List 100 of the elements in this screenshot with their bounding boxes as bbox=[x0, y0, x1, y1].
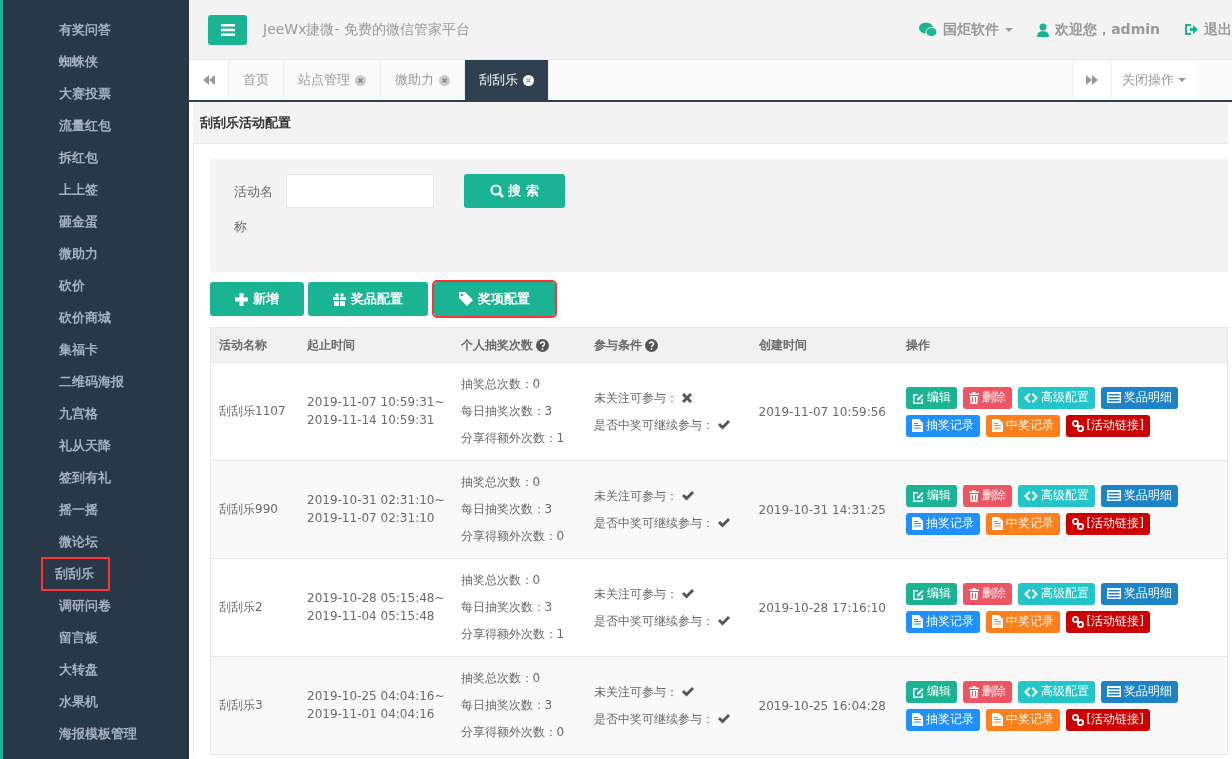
menu-icon bbox=[220, 23, 235, 36]
table-cell-text: 每日抽奖次数：3 bbox=[460, 697, 554, 714]
sidebar-item[interactable]: 刮刮乐 bbox=[41, 557, 110, 591]
sidebar-item[interactable]: 微论坛 bbox=[55, 529, 102, 555]
sidebar-item[interactable]: 水果机 bbox=[55, 689, 102, 715]
action-button[interactable]: 中奖记录 bbox=[985, 610, 1060, 633]
sidebar-item[interactable]: 二维码海报 bbox=[55, 369, 128, 395]
action-button[interactable]: 高级配置 bbox=[1017, 582, 1095, 605]
sidebar-item[interactable]: 九宫格 bbox=[55, 401, 102, 427]
user-link[interactable]: 欢迎您，admin bbox=[1037, 20, 1160, 39]
action-button[interactable]: 奖品明细 bbox=[1100, 582, 1178, 605]
sidebar-item[interactable]: 上上签 bbox=[55, 177, 102, 203]
tab[interactable]: 首页 bbox=[229, 60, 284, 100]
document-icon bbox=[991, 713, 1003, 726]
scroll-left-button[interactable] bbox=[189, 60, 229, 100]
edit-icon bbox=[911, 391, 924, 404]
table-cell-text: 每日抽奖次数：3 bbox=[460, 403, 554, 420]
chain-link-icon bbox=[1071, 615, 1084, 628]
trash-icon bbox=[968, 587, 979, 600]
action-button[interactable]: 高级配置 bbox=[1017, 386, 1095, 409]
action-button[interactable]: 编辑 bbox=[905, 680, 957, 703]
org-dropdown[interactable]: 国炬软件 bbox=[919, 20, 1014, 39]
edit-icon bbox=[911, 489, 924, 502]
tab[interactable]: 刮刮乐 bbox=[465, 60, 549, 100]
list-card-icon bbox=[1106, 686, 1121, 697]
sidebar-item[interactable]: 微助力 bbox=[55, 241, 102, 267]
menu-button[interactable] bbox=[208, 14, 247, 45]
action-button[interactable]: 高级配置 bbox=[1017, 484, 1095, 507]
chat-bubbles-icon bbox=[919, 22, 938, 37]
action-button[interactable]: 奖品明细 bbox=[1100, 484, 1178, 507]
action-button[interactable]: 奖品明细 bbox=[1100, 680, 1178, 703]
chain-link-icon bbox=[1071, 517, 1084, 530]
search-button[interactable]: 搜 索 bbox=[464, 174, 566, 208]
table-cell: 刮刮乐1107 bbox=[219, 404, 286, 418]
trash-icon bbox=[968, 391, 979, 404]
sidebar-item[interactable]: 大转盘 bbox=[55, 657, 102, 683]
action-button[interactable]: [活动链接] bbox=[1065, 610, 1150, 633]
sidebar-item[interactable]: 摇一摇 bbox=[55, 497, 102, 523]
action-button[interactable]: [活动链接] bbox=[1065, 414, 1150, 437]
sidebar-item[interactable]: 调研问卷 bbox=[55, 593, 115, 619]
sidebar-item[interactable]: 集福卡 bbox=[55, 337, 102, 363]
action-button[interactable]: 中奖记录 bbox=[985, 512, 1060, 535]
action-button[interactable]: 删除 bbox=[962, 386, 1012, 409]
toolbar-button[interactable]: 新增 bbox=[210, 282, 304, 316]
panel-title: 刮刮乐活动配置 bbox=[193, 102, 1228, 144]
action-button[interactable]: 中奖记录 bbox=[985, 708, 1060, 731]
action-button[interactable]: 抽奖记录 bbox=[905, 414, 980, 437]
edit-icon bbox=[911, 685, 924, 698]
action-button[interactable]: 编辑 bbox=[905, 484, 957, 507]
sidebar-item[interactable]: 砍价商城 bbox=[55, 305, 115, 331]
column-header: 参与条件 bbox=[593, 336, 642, 354]
action-button[interactable]: [活动链接] bbox=[1065, 708, 1150, 731]
sidebar-item[interactable]: 留言板 bbox=[55, 625, 102, 651]
trash-icon bbox=[968, 489, 979, 502]
action-button[interactable]: [活动链接] bbox=[1065, 512, 1150, 535]
scroll-right-button[interactable] bbox=[1072, 60, 1112, 100]
sidebar-item[interactable]: 蜘蛛侠 bbox=[55, 49, 102, 75]
document-icon bbox=[911, 517, 923, 530]
action-button[interactable]: 抽奖记录 bbox=[905, 610, 980, 633]
table-cell-text: 分享得额外次数：1 bbox=[460, 626, 566, 643]
logout-link[interactable]: 退出 bbox=[1184, 20, 1232, 39]
document-icon bbox=[991, 517, 1003, 530]
action-button[interactable]: 抽奖记录 bbox=[905, 512, 980, 535]
table-cell: 2019-10-25 16:04:28 bbox=[758, 698, 886, 713]
action-button[interactable]: 中奖记录 bbox=[985, 414, 1060, 437]
table-cell-text: 分享得额外次数：0 bbox=[460, 724, 566, 741]
action-button[interactable]: 编辑 bbox=[905, 386, 957, 409]
action-button[interactable]: 高级配置 bbox=[1017, 680, 1095, 703]
sidebar-item[interactable]: 礼从天降 bbox=[55, 433, 115, 459]
table-cell-text: 2019-11-07 02:31:10 bbox=[307, 510, 436, 527]
action-button[interactable]: 删除 bbox=[962, 484, 1012, 507]
search-icon bbox=[490, 184, 505, 198]
sidebar-item[interactable]: 流量红包 bbox=[55, 113, 115, 139]
list-card-icon bbox=[1106, 588, 1121, 599]
toolbar-button[interactable]: 奖品配置 bbox=[308, 282, 428, 316]
sidebar-item[interactable]: 有奖问答 bbox=[55, 17, 115, 43]
list-card-icon bbox=[1106, 392, 1121, 403]
toolbar-button[interactable]: 奖项配置 bbox=[434, 282, 555, 316]
close-actions-dropdown[interactable]: 关闭操作 bbox=[1112, 60, 1196, 100]
sidebar-item[interactable]: 砸金蛋 bbox=[55, 209, 102, 235]
sidebar-item[interactable]: 砍价 bbox=[55, 273, 89, 299]
table-cell-text: 抽奖总次数：0 bbox=[460, 376, 542, 393]
sidebar-item[interactable]: 大赛投票 bbox=[55, 81, 115, 107]
search-field[interactable] bbox=[286, 174, 435, 208]
tab[interactable]: 站点管理 bbox=[284, 60, 381, 100]
action-button[interactable]: 抽奖记录 bbox=[905, 708, 980, 731]
action-button[interactable]: 删除 bbox=[962, 680, 1012, 703]
double-right-arrow-icon bbox=[1086, 75, 1098, 85]
gift-icon bbox=[333, 292, 346, 306]
site-title: JeeWx捷微- 免费的微信管家平台 bbox=[263, 20, 470, 39]
caret-icon bbox=[1178, 78, 1186, 82]
action-button[interactable]: 删除 bbox=[962, 582, 1012, 605]
sidebar-item[interactable]: 签到有礼 bbox=[55, 465, 115, 491]
tag-icon bbox=[459, 292, 473, 306]
table-cell: 2019-10-31 14:31:25 bbox=[758, 502, 886, 517]
table-cell: 2019-10-28 17:16:10 bbox=[758, 600, 886, 615]
action-button[interactable]: 奖品明细 bbox=[1100, 386, 1178, 409]
sidebar-item[interactable]: 拆红包 bbox=[55, 145, 102, 171]
action-button[interactable]: 编辑 bbox=[905, 582, 957, 605]
sidebar-item[interactable]: 海报模板管理 bbox=[55, 721, 141, 747]
